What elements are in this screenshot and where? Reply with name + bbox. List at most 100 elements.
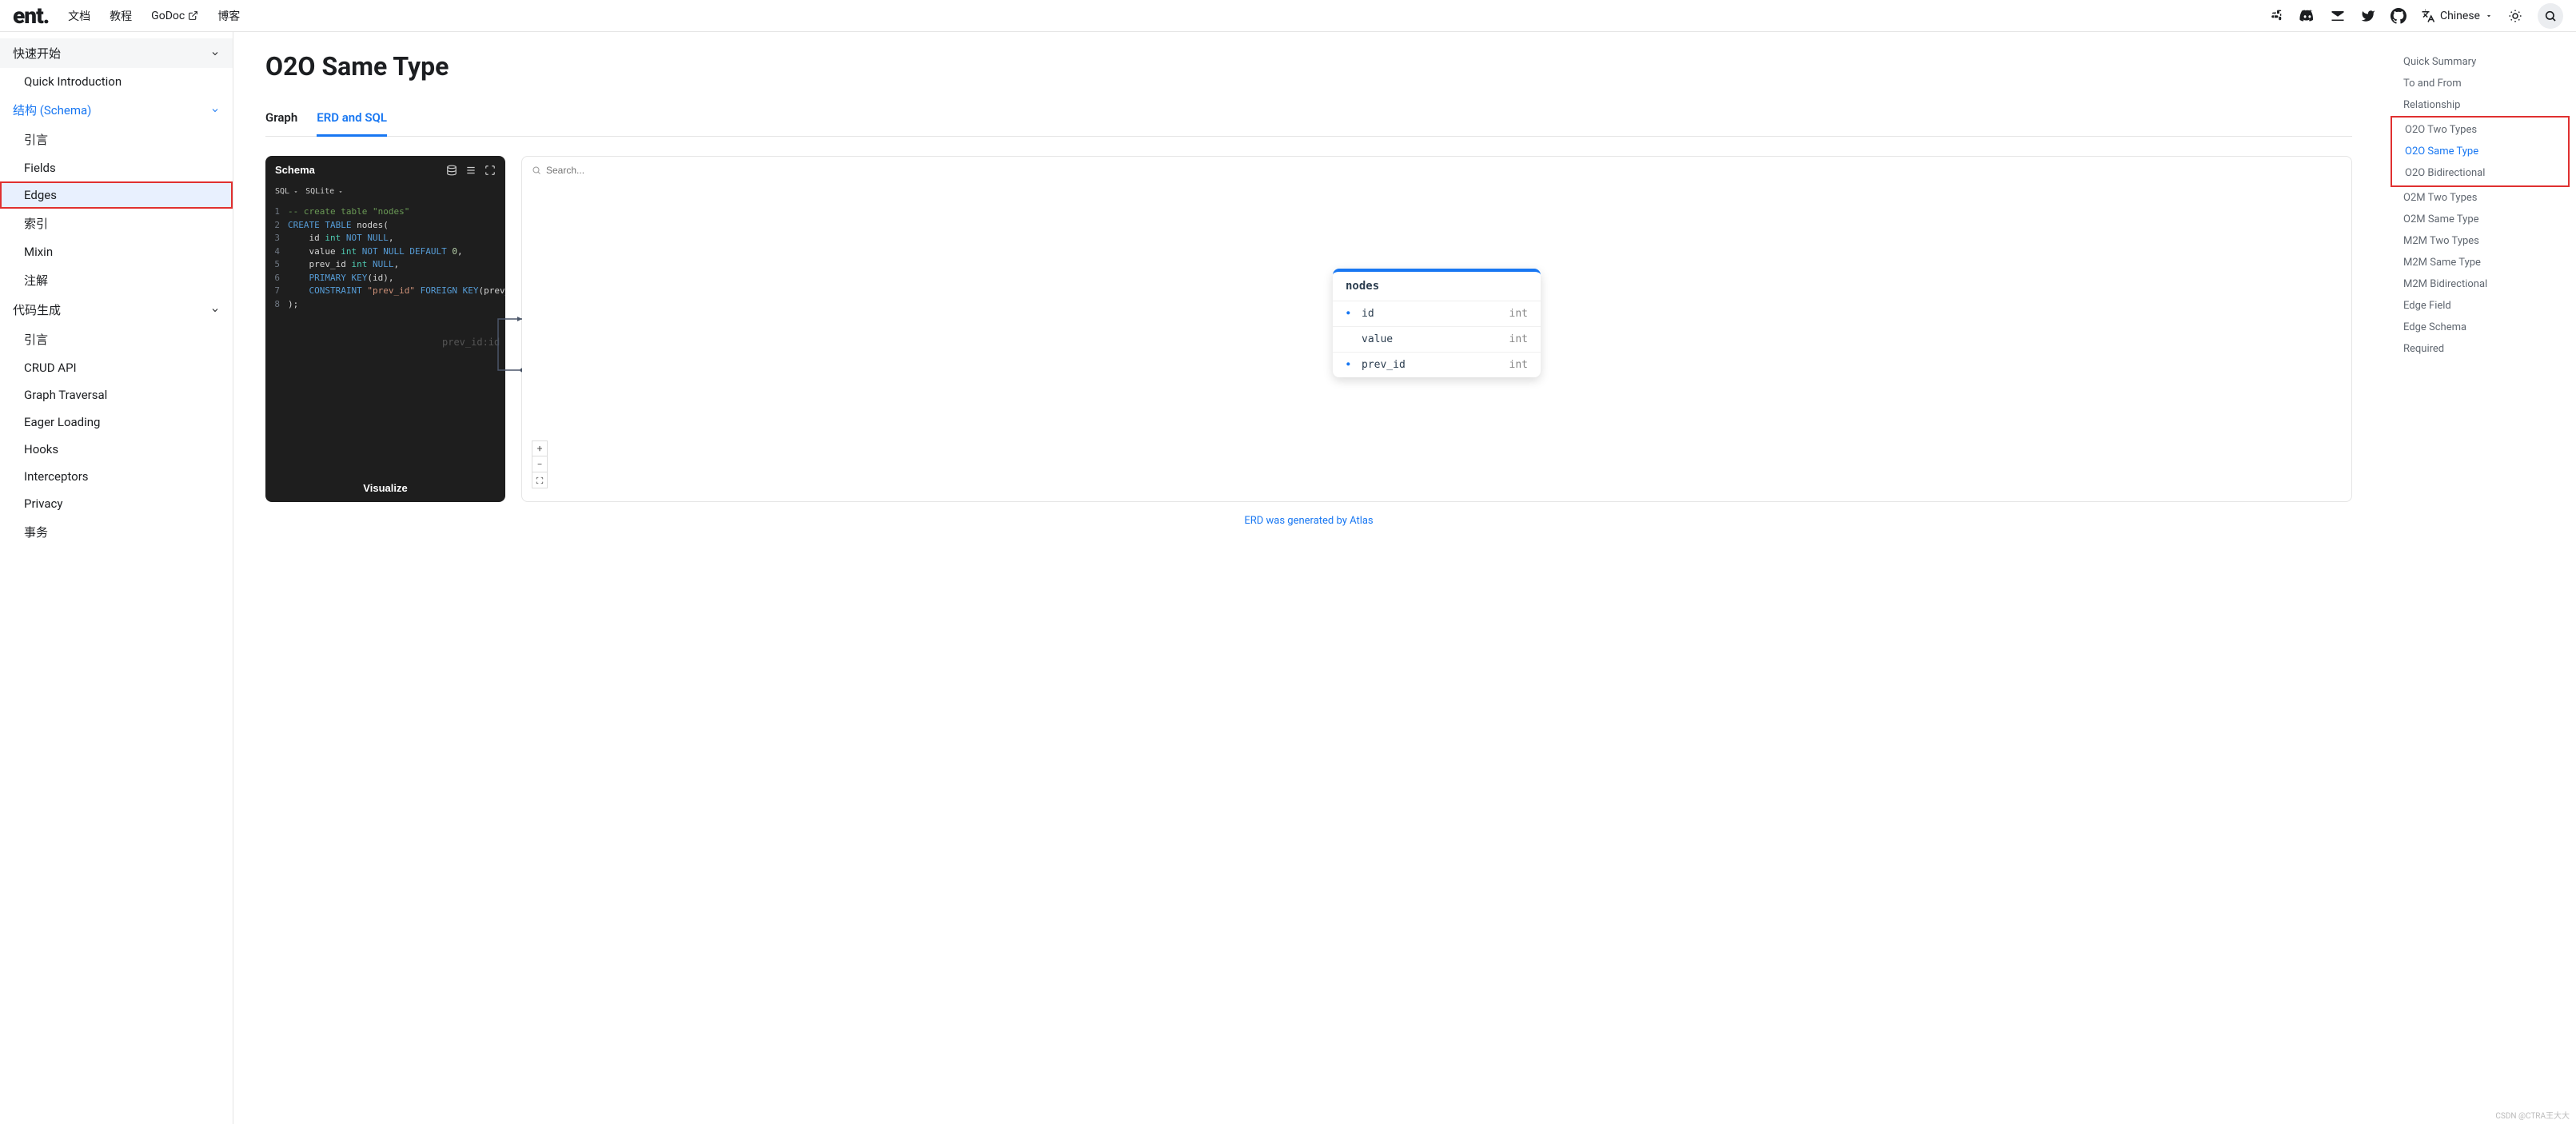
sidebar-item[interactable]: Eager Loading bbox=[0, 409, 233, 436]
schema-panel: Schema SQL SQLite bbox=[265, 156, 505, 502]
erd-panel: prev_id:id nodes idint valueintprev_idin… bbox=[521, 156, 2352, 502]
slack-icon[interactable] bbox=[2269, 8, 2285, 24]
list-icon[interactable] bbox=[465, 165, 477, 176]
sidebar-item[interactable]: Privacy bbox=[0, 490, 233, 517]
line-number: 8 bbox=[265, 298, 288, 312]
toc-item[interactable]: Relationship bbox=[2391, 94, 2570, 116]
toc-item[interactable]: O2M Two Types bbox=[2391, 187, 2570, 209]
visualize-button[interactable]: Visualize bbox=[265, 474, 505, 502]
erd-search-input[interactable] bbox=[546, 165, 610, 176]
code-line: 8); bbox=[265, 298, 505, 312]
panels: Schema SQL SQLite bbox=[265, 156, 2352, 502]
sidebar-item[interactable]: Quick Introduction bbox=[0, 68, 233, 95]
schema-header: Schema bbox=[265, 156, 505, 184]
toc-item[interactable]: O2M Same Type bbox=[2391, 209, 2570, 230]
sidebar-item[interactable]: Edges bbox=[0, 181, 233, 209]
erd-column-name: prev_id bbox=[1362, 359, 1503, 371]
code-line: 5 prev_id int NULL, bbox=[265, 258, 505, 272]
nav-link-tutorials[interactable]: 教程 bbox=[110, 8, 132, 24]
chevron-down-icon bbox=[2485, 12, 2493, 20]
zoom-out-button[interactable]: − bbox=[532, 456, 548, 472]
sidebar-section-heading[interactable]: 结构 (Schema) bbox=[0, 95, 233, 125]
sidebar-section-heading[interactable]: 代码生成 bbox=[0, 295, 233, 325]
line-number: 2 bbox=[265, 219, 288, 233]
header: ent. 文档 教程 GoDoc 博客 Chinese bbox=[0, 0, 2576, 32]
nav-link-godoc[interactable]: GoDoc bbox=[151, 10, 198, 22]
toc-highlight-group: O2O Two TypesO2O Same TypeO2O Bidirectio… bbox=[2391, 116, 2570, 187]
toc-item[interactable]: Edge Schema bbox=[2391, 317, 2570, 338]
external-link-icon bbox=[188, 10, 198, 21]
toc-item[interactable]: M2M Same Type bbox=[2391, 252, 2570, 273]
key-icon bbox=[1346, 333, 1355, 345]
erd-column-type: int bbox=[1509, 359, 1528, 371]
erd-footer: ERD was generated by Atlas bbox=[265, 515, 2352, 527]
code-line: 1-- create table "nodes" bbox=[265, 205, 505, 219]
database-icon[interactable] bbox=[446, 165, 457, 176]
sidebar-item[interactable]: Fields bbox=[0, 154, 233, 181]
erd-column-row: prev_id int bbox=[1333, 353, 1541, 377]
theme-toggle-icon[interactable] bbox=[2507, 8, 2523, 24]
fullscreen-icon[interactable] bbox=[484, 165, 496, 176]
tab-erd-sql[interactable]: ERD and SQL bbox=[317, 101, 387, 137]
page-title: O2O Same Type bbox=[265, 51, 2352, 82]
nav-link-blog[interactable]: 博客 bbox=[217, 8, 240, 24]
twitter-icon[interactable] bbox=[2360, 8, 2376, 24]
sidebar-item[interactable]: 索引 bbox=[0, 209, 233, 238]
language-label: Chinese bbox=[2440, 10, 2480, 22]
toc-item[interactable]: Quick Summary bbox=[2391, 51, 2570, 73]
erd-table[interactable]: nodes idint valueintprev_idint bbox=[1333, 269, 1541, 377]
toc-item[interactable]: M2M Bidirectional bbox=[2391, 273, 2570, 295]
toc-item[interactable]: Required bbox=[2391, 338, 2570, 360]
sidebar-item[interactable]: 引言 bbox=[0, 125, 233, 154]
toc: Quick SummaryTo and FromRelationshipO2O … bbox=[2384, 32, 2576, 1124]
sidebar-heading-label: 代码生成 bbox=[13, 301, 61, 318]
line-content: ); bbox=[288, 298, 298, 312]
header-right: Chinese bbox=[2269, 3, 2563, 29]
sidebar-item[interactable]: Graph Traversal bbox=[0, 381, 233, 409]
chevron-down-icon bbox=[210, 305, 220, 315]
db-type-selector[interactable]: SQLite bbox=[305, 187, 344, 196]
mail-icon[interactable] bbox=[2330, 8, 2346, 24]
toc-item[interactable]: O2O Bidirectional bbox=[2392, 162, 2568, 184]
line-content: id int NOT NULL, bbox=[288, 232, 393, 245]
sidebar-item[interactable]: Mixin bbox=[0, 238, 233, 265]
content: O2O Same Type Graph ERD and SQL Schema bbox=[233, 32, 2384, 1124]
fit-button[interactable] bbox=[532, 472, 548, 488]
line-content: CREATE TABLE nodes( bbox=[288, 219, 389, 233]
tab-graph[interactable]: Graph bbox=[265, 101, 297, 137]
chevron-down-icon bbox=[293, 189, 299, 195]
tabs: Graph ERD and SQL bbox=[265, 101, 2352, 137]
erd-column-name: id bbox=[1362, 308, 1503, 320]
line-content: value int NOT NULL DEFAULT 0, bbox=[288, 245, 463, 259]
sidebar-section-heading[interactable]: 快速开始 bbox=[0, 38, 233, 68]
sidebar-item[interactable]: 引言 bbox=[0, 325, 233, 354]
sidebar-item[interactable]: CRUD API bbox=[0, 354, 233, 381]
line-number: 7 bbox=[265, 285, 288, 298]
nav-link-docs[interactable]: 文档 bbox=[68, 8, 90, 24]
code-line: 3 id int NOT NULL, bbox=[265, 232, 505, 245]
toc-item[interactable]: M2M Two Types bbox=[2391, 230, 2570, 252]
sql-label: SQL bbox=[275, 187, 289, 196]
line-content: CONSTRAINT "prev_id" FOREIGN KEY(prev_id… bbox=[288, 285, 505, 298]
sidebar-item[interactable]: Interceptors bbox=[0, 463, 233, 490]
erd-column-row: valueint bbox=[1333, 327, 1541, 353]
discord-icon[interactable] bbox=[2299, 8, 2315, 24]
github-icon[interactable] bbox=[2391, 8, 2407, 24]
logo[interactable]: ent. bbox=[13, 2, 49, 29]
toc-item[interactable]: To and From bbox=[2391, 73, 2570, 94]
sidebar: 快速开始Quick Introduction结构 (Schema)引言Field… bbox=[0, 32, 233, 1124]
language-selector[interactable]: Chinese bbox=[2421, 9, 2493, 23]
erd-table-name: nodes bbox=[1333, 269, 1541, 301]
chevron-down-icon bbox=[210, 49, 220, 58]
search-button[interactable] bbox=[2538, 3, 2563, 29]
sidebar-item[interactable]: Hooks bbox=[0, 436, 233, 463]
chevron-down-icon bbox=[210, 106, 220, 115]
sidebar-item[interactable]: 事务 bbox=[0, 517, 233, 547]
toc-item[interactable]: O2O Two Types bbox=[2392, 119, 2568, 141]
sidebar-item[interactable]: 注解 bbox=[0, 265, 233, 295]
sql-type-selector[interactable]: SQL bbox=[275, 187, 299, 196]
zoom-in-button[interactable]: + bbox=[532, 440, 548, 456]
toc-item[interactable]: O2O Same Type bbox=[2392, 141, 2568, 162]
erd-column-type: int bbox=[1509, 308, 1528, 320]
toc-item[interactable]: Edge Field bbox=[2391, 295, 2570, 317]
